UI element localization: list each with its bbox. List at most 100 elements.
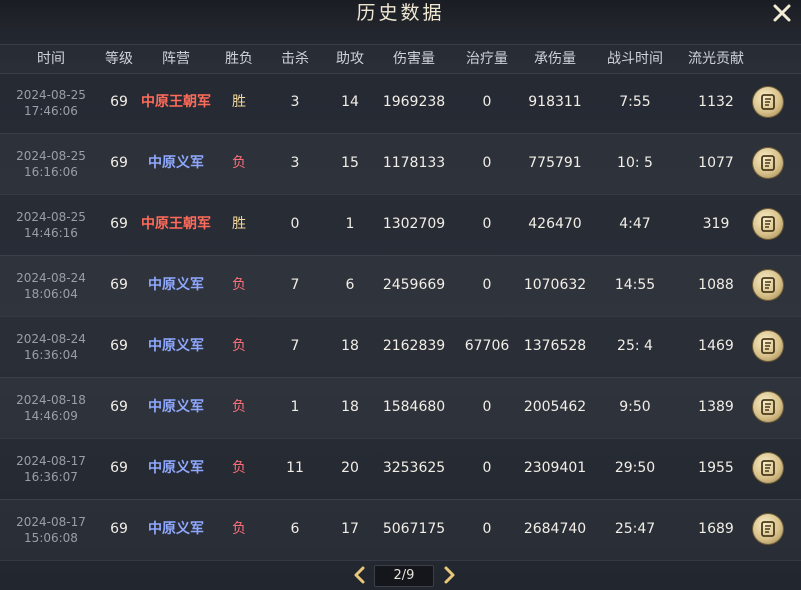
scroll-detail-icon: [761, 277, 775, 293]
battle-time-cell: 14:55: [614, 277, 656, 293]
battle-time-cell: 7:55: [619, 94, 651, 110]
table-row: 2024-08-17 16:36:07 69 中原义军 负 11 20 3253…: [0, 438, 801, 500]
camp-cell: 中原义军: [148, 399, 204, 415]
detail-button[interactable]: [753, 453, 783, 483]
healing-cell: 0: [482, 521, 492, 537]
kills-cell: 0: [290, 216, 300, 232]
result-cell: 负: [232, 521, 246, 537]
kills-cell: 1: [290, 399, 300, 415]
assists-cell: 18: [341, 338, 359, 354]
close-icon: [773, 4, 791, 22]
next-page-button[interactable]: [441, 563, 457, 587]
table-row: 2024-08-25 16:16:06 69 中原义军 负 3 15 11781…: [0, 133, 801, 195]
camp-cell: 中原义军: [148, 338, 204, 354]
damage-cell: 2162839: [382, 338, 446, 354]
detail-button[interactable]: [753, 514, 783, 544]
assists-cell: 20: [341, 460, 359, 476]
header-healing: 治疗量: [466, 51, 508, 67]
damage-cell: 3253625: [382, 460, 446, 476]
damage-cell: 1584680: [382, 399, 446, 415]
detail-button[interactable]: [753, 148, 783, 178]
kills-cell: 6: [290, 521, 300, 537]
chevron-left-icon: [354, 566, 365, 584]
table-row: 2024-08-17 15:06:08 69 中原义军 负 6 17 50671…: [0, 499, 801, 561]
result-cell: 负: [232, 155, 246, 171]
contribution-cell: 1088: [698, 277, 734, 293]
header-kills: 击杀: [281, 51, 309, 67]
contribution-cell: 1389: [698, 399, 734, 415]
row-date: 2024-08-17: [16, 453, 86, 468]
result-cell: 负: [232, 399, 246, 415]
assists-cell: 14: [341, 94, 359, 110]
row-date: 2024-08-25: [16, 87, 86, 102]
healing-cell: 0: [482, 216, 492, 232]
detail-button[interactable]: [753, 209, 783, 239]
header-assists: 助攻: [336, 51, 364, 67]
kills-cell: 7: [290, 338, 300, 354]
panel-title: 历史数据: [356, 2, 445, 24]
kills-cell: 3: [290, 155, 300, 171]
scroll-detail-icon: [761, 155, 775, 171]
kills-cell: 11: [286, 460, 304, 476]
damage-taken-cell: 426470: [528, 216, 582, 232]
camp-cell: 中原义军: [148, 155, 204, 171]
battle-time-cell: 25: 4: [617, 338, 653, 354]
camp-cell: 中原王朝军: [141, 216, 211, 232]
healing-cell: 0: [482, 94, 492, 110]
history-data-panel: 历史数据 时间 等级 阵营 胜负 击杀 助攻 伤害量 治疗量 承伤量 战斗时间 …: [0, 0, 801, 590]
time-cell: 2024-08-18 14:46:09: [8, 377, 94, 438]
contribution-cell: 1955: [698, 460, 734, 476]
table-row: 2024-08-24 18:06:04 69 中原义军 负 7 6 245966…: [0, 255, 801, 317]
contribution-cell: 1689: [698, 521, 734, 537]
row-clock: 15:06:08: [24, 530, 78, 545]
detail-button[interactable]: [753, 270, 783, 300]
scroll-detail-icon: [761, 399, 775, 415]
time-cell: 2024-08-25 14:46:16: [8, 194, 94, 255]
damage-taken-cell: 775791: [528, 155, 582, 171]
contribution-cell: 1469: [698, 338, 734, 354]
battle-time-cell: 10: 5: [617, 155, 653, 171]
camp-cell: 中原义军: [148, 460, 204, 476]
healing-cell: 0: [482, 460, 492, 476]
table-row: 2024-08-25 17:46:06 69 中原王朝军 胜 3 14 1969…: [0, 72, 801, 134]
pagination: 2/9: [0, 563, 801, 587]
header-level: 等级: [105, 51, 133, 67]
time-cell: 2024-08-24 16:36:04: [8, 316, 94, 377]
page-indicator: 2/9: [374, 565, 434, 587]
chevron-right-icon: [444, 566, 455, 584]
header-camp: 阵营: [162, 51, 190, 67]
damage-taken-cell: 2684740: [523, 521, 587, 537]
row-clock: 17:46:06: [24, 103, 78, 118]
damage-taken-cell: 2309401: [523, 460, 587, 476]
damage-cell: 1178133: [382, 155, 446, 171]
assists-cell: 15: [341, 155, 359, 171]
damage-taken-cell: 1070632: [523, 277, 587, 293]
scroll-detail-icon: [761, 521, 775, 537]
title-bar: 历史数据: [0, 0, 801, 28]
contribution-cell: 319: [702, 216, 730, 232]
result-cell: 胜: [232, 216, 246, 232]
row-date: 2024-08-25: [16, 148, 86, 163]
row-clock: 18:06:04: [24, 286, 78, 301]
scroll-detail-icon: [761, 94, 775, 110]
row-clock: 16:36:04: [24, 347, 78, 362]
assists-cell: 1: [345, 216, 355, 232]
detail-button[interactable]: [753, 331, 783, 361]
table-row: 2024-08-18 14:46:09 69 中原义军 负 1 18 15846…: [0, 377, 801, 439]
damage-cell: 2459669: [382, 277, 446, 293]
detail-button[interactable]: [753, 392, 783, 422]
kills-cell: 3: [290, 94, 300, 110]
contribution-cell: 1077: [698, 155, 734, 171]
row-clock: 16:16:06: [24, 164, 78, 179]
header-time: 时间: [37, 51, 65, 67]
time-cell: 2024-08-25 17:46:06: [8, 72, 94, 133]
close-button[interactable]: [767, 0, 797, 26]
row-date: 2024-08-24: [16, 331, 86, 346]
prev-page-button[interactable]: [352, 563, 368, 587]
row-date: 2024-08-24: [16, 270, 86, 285]
time-cell: 2024-08-25 16:16:06: [8, 133, 94, 194]
detail-button[interactable]: [753, 87, 783, 117]
healing-cell: 0: [482, 155, 492, 171]
result-cell: 负: [232, 277, 246, 293]
table-row: 2024-08-24 16:36:04 69 中原义军 负 7 18 21628…: [0, 316, 801, 378]
